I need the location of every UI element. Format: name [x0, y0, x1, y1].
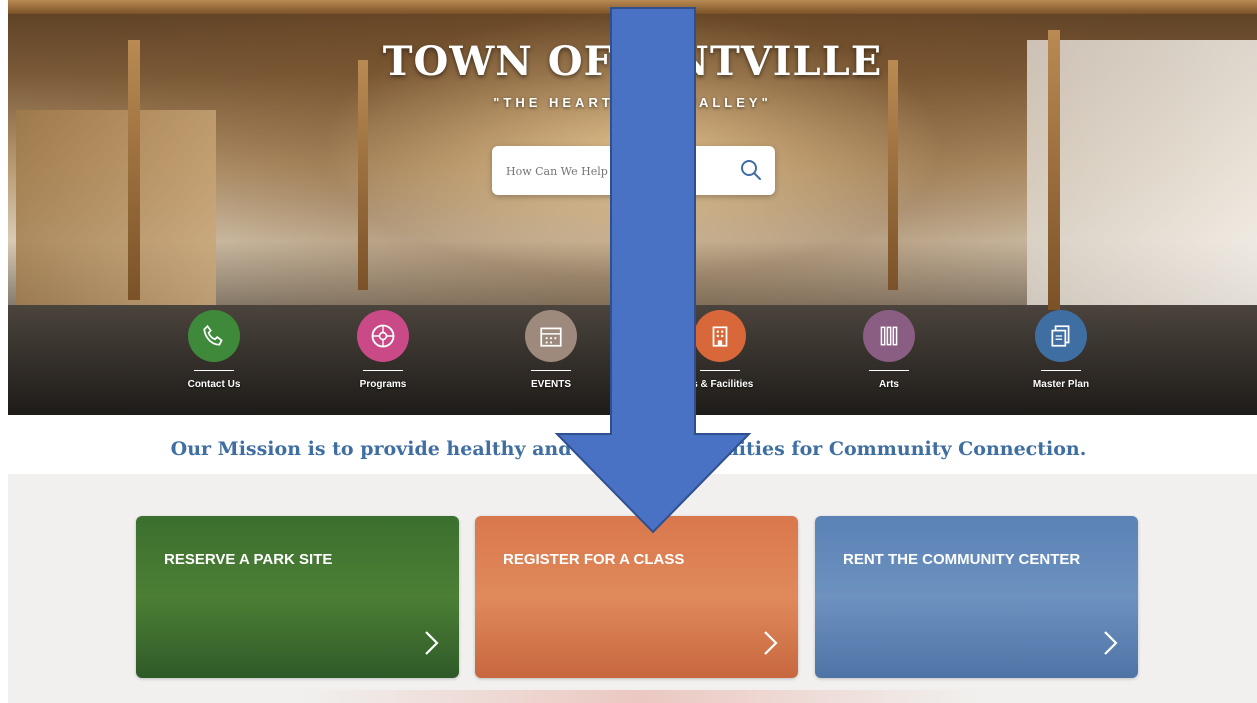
quick-link-label: Programs: [359, 379, 407, 390]
ball-icon: [357, 310, 409, 362]
site-title[interactable]: TOWN OF Y NTVILLE: [8, 38, 1257, 85]
search-input[interactable]: [504, 158, 728, 184]
quick-link-label: Master Plan: [1032, 379, 1090, 390]
bottom-content-edge: [300, 690, 980, 703]
quick-link-label: Arts: [878, 379, 899, 390]
quick-link-programs[interactable]: Programs: [323, 310, 443, 390]
chevron-right-icon[interactable]: [1102, 630, 1118, 656]
card-reserve-park-site[interactable]: RESERVE A PARK SITE: [136, 516, 459, 678]
card-rent-community-center[interactable]: RENT THE COMMUNITY CENTER: [815, 516, 1138, 678]
search-box[interactable]: [492, 146, 775, 195]
quick-link-label: EVENTS: [530, 379, 571, 390]
quick-link-master-plan[interactable]: Master Plan: [1001, 310, 1121, 390]
building-icon: [694, 310, 746, 362]
roof-beam: [8, 0, 1257, 14]
phone-icon: [188, 310, 240, 362]
gym-doors: [16, 110, 216, 330]
art-supplies-icon: [863, 310, 915, 362]
search-icon[interactable]: [739, 158, 763, 182]
quick-link-label: Contact Us: [187, 379, 241, 390]
mission-text-right: rtunities for Community Connection.: [692, 438, 1087, 460]
mission-text-left: Our Mission is to provide healthy and co: [170, 438, 603, 460]
quick-link-label: ks & Facilities: [686, 379, 754, 390]
mission-statement: Our Mission is to provide healthy and co…: [0, 438, 1257, 460]
chevron-right-icon[interactable]: [762, 630, 778, 656]
calendar-icon: [525, 310, 577, 362]
card-title: RESERVE A PARK SITE: [164, 551, 333, 568]
quick-link-events[interactable]: EVENTS: [491, 310, 611, 390]
quick-link-parks-facilities[interactable]: ks & Facilities: [660, 310, 780, 390]
card-register-class[interactable]: REGISTER FOR A CLASS: [475, 516, 798, 678]
card-title: RENT THE COMMUNITY CENTER: [843, 551, 1081, 568]
card-title: REGISTER FOR A CLASS: [503, 551, 685, 568]
quick-link-arts[interactable]: Arts: [829, 310, 949, 390]
quick-link-contact-us[interactable]: Contact Us: [154, 310, 274, 390]
document-icon: [1035, 310, 1087, 362]
chevron-right-icon[interactable]: [423, 630, 439, 656]
site-tagline: "THE HEART OF PA VALLEY": [493, 95, 772, 110]
